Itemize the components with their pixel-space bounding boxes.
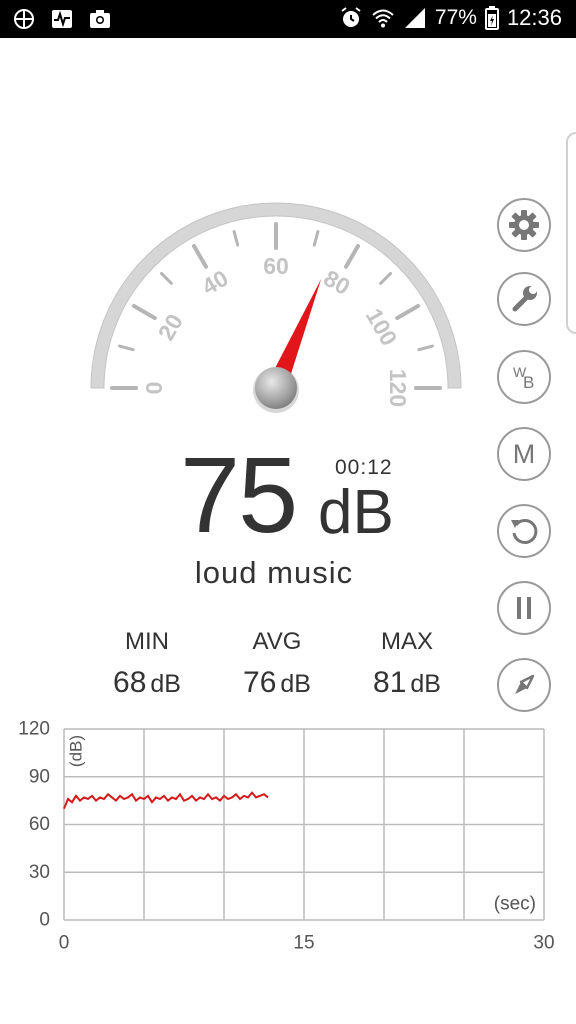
min-stat: MIN 68 dB [82, 628, 212, 700]
gauge-tick-label: 100 [361, 304, 403, 350]
decibel-value: 75 [180, 434, 298, 555]
battery-percent: 77% [434, 6, 477, 29]
max-stat: MAX 81 dB [342, 628, 472, 700]
battery-icon [484, 6, 499, 30]
gauge-tick-label: 60 [263, 253, 289, 279]
reset-icon [511, 518, 538, 544]
max-unit: dB [410, 670, 441, 698]
y-tick-label: 0 [39, 910, 50, 931]
crosshair-icon [14, 9, 34, 29]
avg-value: 76 [243, 666, 277, 699]
white-balance-icon: W B [509, 362, 539, 392]
avg-stat: AVG 76 dB [212, 628, 342, 700]
gauge-needle [266, 278, 322, 392]
min-unit: dB [150, 670, 181, 698]
gauge-hub-shadow [253, 367, 299, 413]
elapsed-timer: 00:12 [335, 456, 393, 479]
gauge-tick-label: 120 [385, 369, 411, 407]
clock: 12:36 [506, 5, 562, 30]
signal-icon [404, 8, 425, 28]
gauge-tick [312, 230, 320, 247]
compass-button[interactable] [497, 658, 551, 712]
memory-button[interactable]: M [497, 427, 551, 481]
gauge-tick-label: 40 [197, 265, 232, 300]
decibel-series-line [63, 791, 269, 809]
gauge-tick [395, 304, 421, 320]
x-tick-label: 30 [533, 933, 554, 954]
alarm-icon [341, 7, 361, 27]
gauge-tick [159, 271, 173, 285]
compass-icon [515, 674, 535, 694]
gauge-hub [255, 367, 297, 409]
avg-value-row: 76 dB [212, 666, 342, 700]
avg-label: AVG [252, 628, 302, 655]
white-balance-button[interactable]: W B [497, 350, 551, 404]
y-tick-label: 90 [29, 766, 50, 787]
gauge-tick [344, 243, 360, 269]
min-value: 68 [113, 666, 147, 699]
reset-button[interactable] [497, 504, 551, 558]
gauge-tick-label: 80 [319, 265, 354, 300]
decibel-unit: dB [318, 478, 394, 547]
max-value-row: 81 dB [342, 666, 472, 700]
m-icon: M [512, 438, 536, 469]
camera-icon [90, 10, 110, 28]
wrench-icon [512, 286, 537, 312]
avg-unit: dB [280, 670, 311, 698]
gauge-tick-label: 20 [153, 309, 188, 344]
max-label: MAX [380, 628, 433, 655]
settings-button[interactable] [497, 198, 551, 252]
y-tick-label: 120 [18, 719, 50, 740]
wifi-icon [372, 9, 394, 28]
min-label: MIN [125, 628, 169, 655]
sound-gauge: 0 20 40 60 80100 120 [90, 202, 462, 413]
gear-icon [509, 210, 539, 240]
pause-icon [517, 597, 531, 619]
y-tick-label: 30 [29, 862, 50, 883]
calibrate-button[interactable] [497, 272, 551, 326]
x-tick-label: 15 [293, 933, 314, 954]
y-axis-label: (dB) [67, 735, 86, 767]
current-reading: 75 dB 00:12 [180, 440, 420, 550]
min-value-row: 68 dB [82, 666, 212, 700]
x-axis-label: (sec) [494, 894, 536, 915]
gauge-tick [232, 230, 240, 247]
stats-panel: MIN 68 dB AVG 76 dB MAX 81 dB [82, 628, 472, 700]
max-value: 81 [373, 666, 407, 699]
gauge-tick [417, 344, 434, 352]
gauge-tick [192, 243, 208, 269]
wb-b-label: B [523, 373, 535, 392]
edge-panel-handle[interactable] [566, 132, 576, 334]
y-tick-label: 60 [29, 814, 50, 835]
x-tick-label: 0 [59, 933, 70, 954]
gauge-tick [118, 344, 135, 352]
activity-icon [52, 10, 72, 28]
gauge-bezel [90, 202, 462, 389]
gauge-tick [131, 304, 157, 320]
gauge-tick-label: 0 [141, 382, 167, 395]
noise-description: loud music [194, 555, 354, 590]
gauge-tick [379, 271, 393, 285]
decibel-history-chart: 120 90 60 30 00 15 30 (dB) (sec) [18, 719, 554, 954]
status-bar: 77% 12:36 [0, 0, 576, 38]
